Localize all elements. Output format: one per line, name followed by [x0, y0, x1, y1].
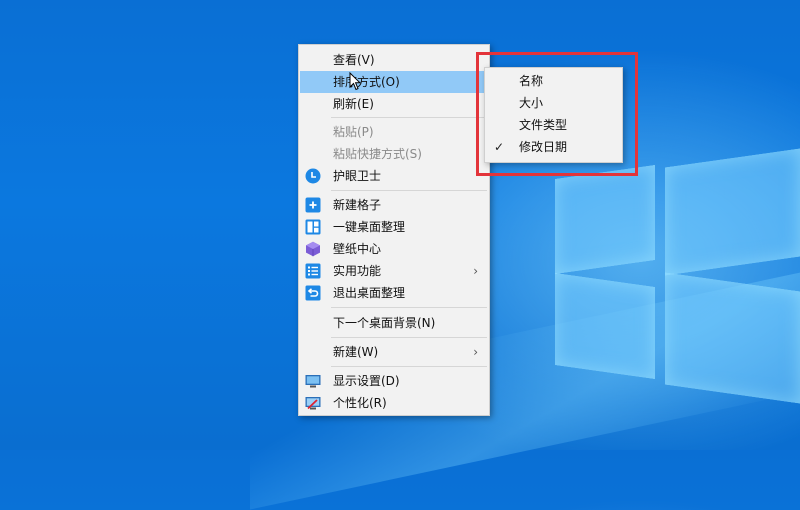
menu-item-wallpaper-center[interactable]: 壁纸中心	[300, 238, 488, 260]
menu-separator	[331, 337, 487, 338]
menu-item-label: 个性化(R)	[333, 396, 387, 410]
menu-separator	[331, 190, 487, 191]
menu-item-label: 实用功能	[333, 264, 382, 278]
layout-icon	[305, 219, 321, 235]
undo-icon	[305, 285, 321, 301]
menu-item-label: 一键桌面整理	[333, 220, 406, 234]
menu-separator	[331, 307, 487, 308]
submenu-arrow-icon: ›	[473, 264, 478, 278]
plus-square-icon	[305, 197, 321, 213]
menu-item-label: 新建(W)	[333, 345, 379, 359]
windows-logo-pane	[555, 164, 655, 275]
mouse-cursor-icon	[349, 72, 361, 91]
clock-icon	[305, 168, 321, 184]
submenu-arrow-icon: ›	[473, 345, 478, 359]
menu-item-next-background[interactable]: 下一个桌面背景(N)	[300, 312, 488, 334]
menu-item-refresh[interactable]: 刷新(E)	[300, 93, 488, 115]
menu-item-organize-desktop[interactable]: 一键桌面整理	[300, 216, 488, 238]
menu-item-new[interactable]: 新建(W) ›	[300, 341, 488, 363]
menu-item-label: 粘贴(P)	[333, 125, 374, 139]
menu-item-label: 显示设置(D)	[333, 374, 400, 388]
windows-logo-pane	[665, 272, 800, 404]
desktop-context-menu: 查看(V) 排序方式(O) 刷新(E) 粘贴(P) 粘贴快捷方式(S) 护眼卫士…	[298, 44, 490, 416]
menu-item-label: 刷新(E)	[333, 97, 374, 111]
menu-item-display-settings[interactable]: 显示设置(D)	[300, 370, 488, 392]
windows-logo-pane	[665, 148, 800, 276]
menu-item-label: 粘贴快捷方式(S)	[333, 147, 422, 161]
menu-item-label: 新建格子	[333, 198, 382, 212]
menu-item-label: 下一个桌面背景(N)	[333, 316, 436, 330]
menu-item-paste-shortcut: 粘贴快捷方式(S)	[300, 143, 488, 165]
menu-item-eye-protection[interactable]: 护眼卫士	[300, 165, 488, 187]
menu-item-label: 护眼卫士	[333, 169, 382, 183]
menu-item-label: 排序方式(O)	[333, 75, 400, 89]
list-icon	[305, 263, 321, 279]
annotation-highlight-box	[476, 52, 638, 176]
menu-item-sort-by[interactable]: 排序方式(O)	[300, 71, 488, 93]
menu-item-paste: 粘贴(P)	[300, 121, 488, 143]
menu-separator	[331, 117, 487, 118]
menu-item-utilities[interactable]: 实用功能 ›	[300, 260, 488, 282]
windows-logo-pane	[555, 272, 655, 380]
monitor-icon	[305, 375, 321, 388]
menu-item-label: 退出桌面整理	[333, 286, 406, 300]
cube-icon	[306, 241, 320, 257]
menu-item-label: 壁纸中心	[333, 242, 382, 256]
menu-item-new-fence[interactable]: 新建格子	[300, 194, 488, 216]
menu-separator	[331, 366, 487, 367]
menu-item-label: 查看(V)	[333, 53, 375, 67]
personalize-icon	[305, 397, 321, 410]
menu-item-exit-organize[interactable]: 退出桌面整理	[300, 282, 488, 304]
menu-item-view[interactable]: 查看(V)	[300, 49, 488, 71]
menu-item-personalize[interactable]: 个性化(R)	[300, 392, 488, 414]
